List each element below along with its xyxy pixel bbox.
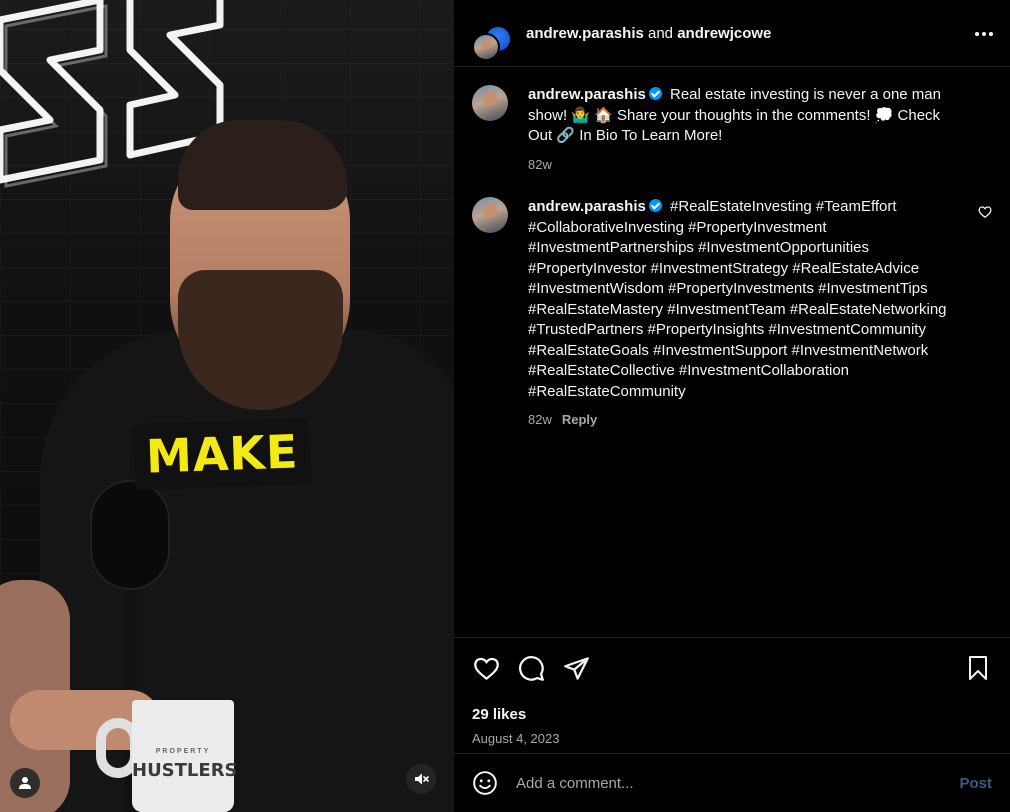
- verified-badge-icon: [648, 87, 662, 100]
- verified-badge-icon: [648, 199, 662, 212]
- comment-time[interactable]: 82w: [528, 412, 552, 427]
- like-comment-heart-icon[interactable]: [978, 205, 992, 219]
- share-button[interactable]: [562, 654, 590, 682]
- post-comment-button[interactable]: Post: [959, 775, 992, 792]
- comment-bubble-icon: [518, 655, 544, 681]
- heart-icon: [473, 657, 499, 680]
- comment-username[interactable]: andrew.parashis: [528, 198, 646, 215]
- collab-avatars[interactable]: [472, 13, 512, 61]
- avatar[interactable]: [472, 85, 508, 121]
- avatar[interactable]: [472, 197, 508, 233]
- comment-username[interactable]: andrew.parashis: [528, 86, 646, 103]
- send-paper-plane-icon: [563, 656, 589, 680]
- reply-button[interactable]: Reply: [562, 412, 597, 427]
- author-link-2[interactable]: andrewjcowe: [677, 25, 771, 42]
- video-caption: MAKE: [132, 417, 312, 491]
- save-button[interactable]: [964, 654, 992, 682]
- hashtag-comment: andrew.parashis #RealEstateInvesting #Te…: [472, 197, 992, 431]
- mug-brand-small: PROPERTY: [155, 748, 211, 755]
- add-comment-bar: Post: [454, 753, 1010, 812]
- post-media[interactable]: MAKE PROPERTY HUSTLERS: [0, 0, 454, 812]
- comment-hashtags[interactable]: #RealEstateInvesting #TeamEffort #Collab…: [528, 198, 947, 400]
- bookmark-icon: [969, 656, 987, 680]
- comment-meta: 82w Reply: [528, 410, 968, 431]
- author-link-1[interactable]: andrew.parashis: [526, 25, 644, 42]
- post-date[interactable]: August 4, 2023: [472, 731, 992, 746]
- authors-joiner: and: [643, 24, 678, 42]
- action-icons-row: [472, 652, 992, 684]
- more-horizontal-icon: [975, 32, 993, 36]
- more-options-button[interactable]: [972, 22, 996, 46]
- comment-button[interactable]: [517, 654, 545, 682]
- microphone: [90, 480, 170, 590]
- post-authors: andrew.parashis and andrewjcowe: [526, 25, 771, 42]
- post-actions: 29 likes August 4, 2023: [454, 637, 1010, 753]
- like-button[interactable]: [472, 654, 500, 682]
- emoji-smiley-icon[interactable]: [472, 770, 498, 796]
- speaker-muted-icon: [415, 773, 429, 785]
- likes-count[interactable]: 29 likes: [472, 706, 992, 723]
- coffee-mug: PROPERTY HUSTLERS: [132, 700, 238, 812]
- post-details-panel: andrew.parashis and andrewjcowe andrew.p…: [454, 0, 1010, 812]
- comment-input[interactable]: [516, 774, 960, 792]
- caption-comment: andrew.parashis Real estate investing is…: [472, 85, 992, 175]
- avatar-andrew-parashis[interactable]: [472, 33, 500, 61]
- post-header: andrew.parashis and andrewjcowe: [454, 0, 1010, 67]
- mute-button[interactable]: [406, 764, 436, 794]
- comment-time[interactable]: 82w: [528, 157, 552, 172]
- mug-brand: HUSTLERS: [132, 760, 238, 781]
- comments-list[interactable]: andrew.parashis Real estate investing is…: [454, 67, 1010, 637]
- tagged-users-button[interactable]: [10, 768, 40, 798]
- user-tag-icon: [19, 777, 31, 789]
- comment-meta: 82w: [528, 155, 968, 176]
